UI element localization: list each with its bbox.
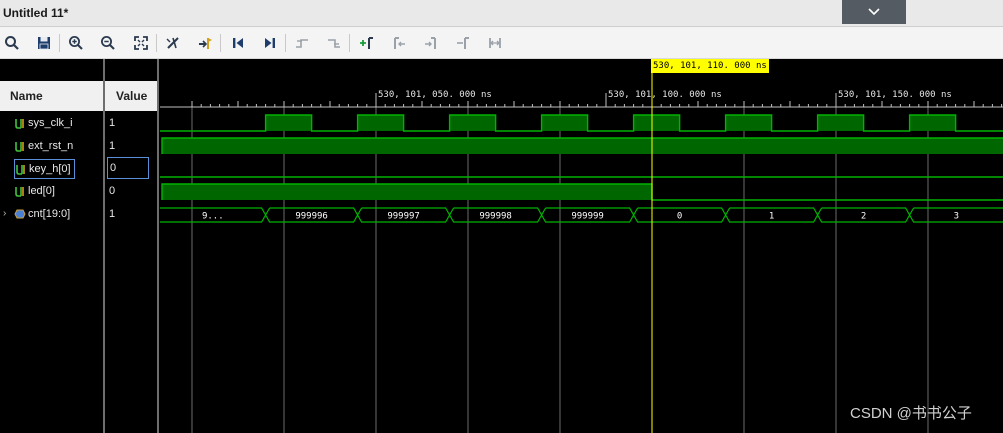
waveform-canvas[interactable]: 530, 101, 050. 000 ns 530, 101, 100. 000 …: [160, 59, 1003, 433]
clock-high-fill: [541, 115, 588, 131]
toolbar-separator: [156, 34, 157, 52]
signal-row-ext-rst-n[interactable]: ext_rst_n: [14, 137, 73, 155]
name-column: Name sys_clk_i ext_rst_n key_h[0] led[0]…: [0, 59, 103, 433]
signal-name: ext_rst_n: [28, 140, 74, 152]
expand-chevron-icon[interactable]: ›: [3, 206, 11, 220]
previous-marker-icon: [394, 37, 405, 49]
zoom-out-icon: [101, 36, 115, 50]
signal-value: 1: [109, 140, 116, 152]
ruler-label: 530, 101, 150. 000 ns: [838, 90, 952, 100]
clock-high-fill: [633, 115, 680, 131]
next-transition-icon: [328, 39, 340, 48]
signal-name: key_h[0]: [29, 163, 71, 175]
clock-high-fill: [449, 115, 496, 131]
window-title: Untitled 11*: [3, 6, 69, 20]
zoom-out-button[interactable]: [97, 32, 119, 54]
go-last-icon: [265, 38, 275, 48]
signal-row-led[interactable]: led[0]: [14, 182, 55, 200]
swap-cursors-icon: [457, 37, 469, 49]
save-button[interactable]: [33, 32, 55, 54]
next-transition-button[interactable]: [323, 32, 345, 54]
signal-row-cnt[interactable]: cnt[19:0]: [14, 205, 70, 223]
signal-bit-icon: [16, 165, 25, 175]
clock-high-fill: [909, 115, 956, 131]
ruler-label: 530, 101, 050. 000 ns: [378, 90, 492, 100]
watermark: CSDN @书书公子: [850, 405, 972, 422]
next-marker-button[interactable]: [420, 32, 442, 54]
value-column-header[interactable]: Value: [105, 81, 157, 111]
zoom-in-button[interactable]: [65, 32, 87, 54]
toolbar-separator: [285, 34, 286, 52]
cursor-zero-icon: [166, 37, 179, 49]
collapse-button[interactable]: [842, 0, 906, 24]
signal-bit-icon: [15, 142, 24, 152]
clock-high-fill: [265, 115, 312, 131]
wave-fill-led: [162, 184, 652, 200]
go-to-time-zero-button[interactable]: [227, 32, 249, 54]
zoom-in-icon: [69, 36, 83, 50]
cursor-to-zero-button[interactable]: [162, 32, 184, 54]
clock-high-fill: [357, 115, 404, 131]
toolbar: [0, 27, 1003, 59]
signal-bus-icon: [14, 209, 26, 219]
previous-transition-button[interactable]: [291, 32, 313, 54]
toolbar-separator: [59, 34, 60, 52]
wave-fill-ext-rst-n: [162, 138, 1003, 154]
bus-value-label: 0: [677, 212, 682, 222]
previous-transition-icon: [296, 39, 308, 48]
signal-name: cnt[19:0]: [28, 208, 71, 220]
signal-bit-icon: [15, 119, 24, 129]
signal-value: 1: [109, 117, 116, 129]
signal-name: sys_clk_i: [28, 117, 73, 129]
signal-value: 1: [109, 208, 116, 220]
name-column-header[interactable]: Name: [0, 81, 103, 111]
bus-value-label: 999998: [479, 212, 512, 222]
snap-icon: [489, 38, 501, 48]
bus-value-label: 999999: [571, 212, 604, 222]
toolbar-separator: [220, 34, 221, 52]
ruler-label: 530, 101, 100. 000 ns: [608, 90, 722, 100]
signal-name: led[0]: [28, 185, 55, 197]
signal-bit-icon: [15, 187, 24, 197]
clock-high-fill: [725, 115, 772, 131]
bus-value-label: 2: [861, 212, 866, 222]
search-icon: [5, 36, 19, 50]
go-first-icon: [233, 38, 243, 48]
name-header-label: Name: [10, 89, 43, 103]
save-icon: [38, 37, 50, 50]
marker-arrow-icon: [199, 38, 212, 49]
add-marker-icon: [360, 37, 373, 49]
swap-cursors-button[interactable]: [452, 32, 474, 54]
signal-row-sys-clk-i[interactable]: sys_clk_i: [14, 114, 73, 132]
toolbar-separator: [349, 34, 350, 52]
bus-value-label: 1: [769, 212, 774, 222]
next-marker-icon: [425, 37, 436, 49]
signal-value: 0: [107, 157, 149, 179]
snap-to-transition-button[interactable]: [484, 32, 506, 54]
value-header-label: Value: [116, 89, 148, 103]
go-to-last-time-button[interactable]: [259, 32, 281, 54]
bus-value-label: 999997: [387, 212, 420, 222]
bus-value-label: 9...: [202, 212, 224, 222]
signal-row-key-h[interactable]: key_h[0]: [14, 159, 75, 179]
waveform-area[interactable]: 530, 101, 050. 000 ns 530, 101, 100. 000 …: [160, 59, 1003, 433]
zoom-fit-button[interactable]: [130, 32, 152, 54]
search-button[interactable]: [1, 32, 23, 54]
value-column: Value 1 1 0 0 1: [105, 59, 157, 433]
cursor-time-label: 530, 101, 110. 000 ns: [651, 59, 769, 73]
next-transition-marker-button[interactable]: [194, 32, 216, 54]
chevron-down-icon: [868, 8, 880, 16]
bus-value-label: 3: [954, 212, 959, 222]
zoom-fit-icon: [134, 36, 148, 50]
bus-value-label: 999996: [295, 212, 328, 222]
clock-high-fill: [817, 115, 864, 131]
title-bar: Untitled 11*: [0, 0, 1003, 27]
add-marker-button[interactable]: [356, 32, 378, 54]
signal-value: 0: [109, 185, 116, 197]
previous-marker-button[interactable]: [388, 32, 410, 54]
column-divider[interactable]: [157, 59, 159, 433]
